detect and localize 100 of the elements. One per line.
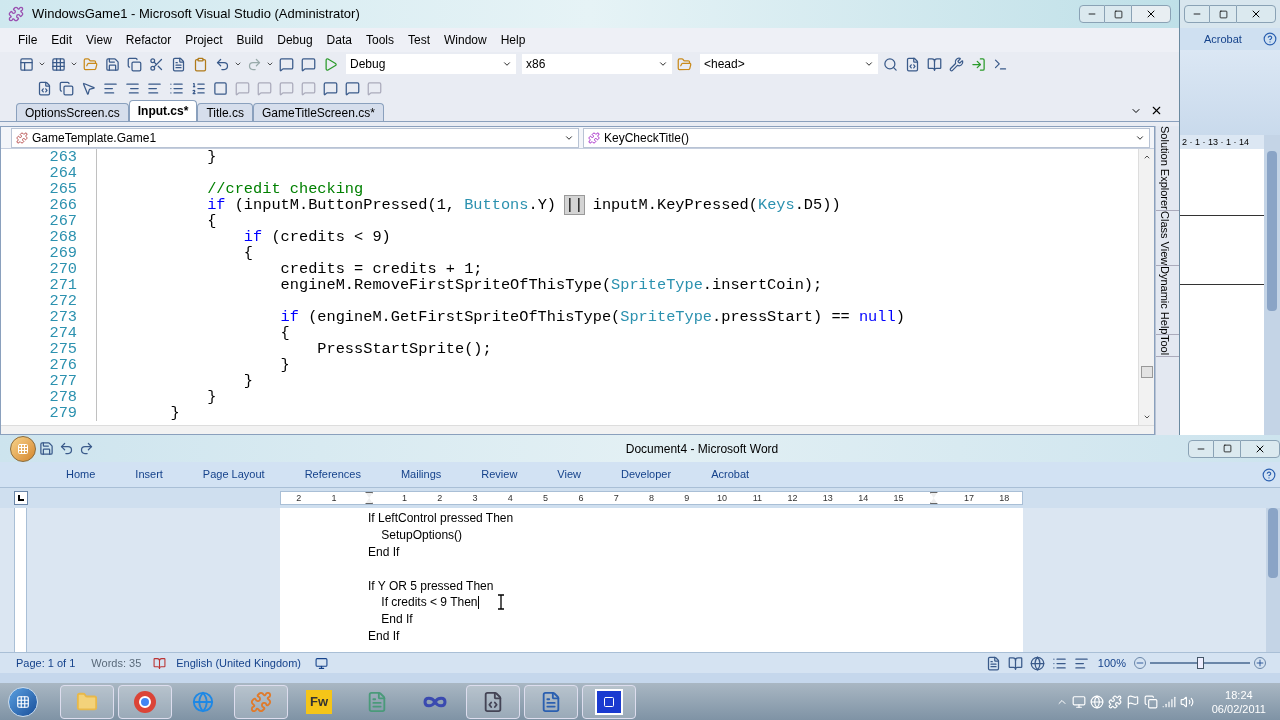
side-panel-tab[interactable]: Dynamic Help — [1156, 266, 1179, 336]
minimize-button[interactable] — [1188, 439, 1214, 458]
menu-item[interactable]: Test — [402, 31, 436, 49]
menu-item[interactable]: Refactor — [119, 31, 178, 49]
document-tab[interactable]: OptionsScreen.cs — [16, 103, 129, 121]
document-icon[interactable] — [524, 684, 578, 719]
line-number: 277 — [48, 373, 77, 389]
menu-item[interactable]: Window — [438, 31, 493, 49]
line-number: 265 — [48, 181, 77, 197]
code-line: engineM.RemoveFirstSpriteOfThisType(SpriteType.insertCoin); — [279, 277, 823, 293]
document-line: If LeftControl pressed Then — [368, 510, 514, 528]
line-number: 270 — [48, 261, 77, 277]
page-count[interactable]: Page: 1 of 1 — [16, 654, 76, 672]
slider-thumb[interactable] — [1196, 657, 1204, 669]
side-panel-tab[interactable]: Tool — [1156, 335, 1179, 357]
i-beam-cursor-icon — [496, 594, 505, 611]
line-number: 279 — [48, 405, 77, 421]
code-line: } — [279, 357, 290, 373]
ribbon-tab[interactable]: Review — [461, 466, 538, 483]
member-dropdown[interactable]: KeyCheckTitle() — [583, 127, 1150, 148]
close-icon — [1250, 8, 1262, 20]
menu-item[interactable]: Project — [179, 31, 229, 49]
ribbon-tab[interactable]: Mailings — [380, 466, 462, 483]
maximize-icon — [1113, 9, 1123, 19]
close-icon[interactable] — [1150, 104, 1163, 117]
minimize-button[interactable] — [1079, 5, 1105, 23]
ruler-number: 13 — [822, 492, 833, 504]
menu-item[interactable]: Build — [230, 31, 270, 49]
line-number: 271 — [48, 277, 77, 293]
ruler-number: 6 — [578, 492, 584, 504]
tray-icon — [1107, 694, 1122, 709]
app-icon[interactable] — [582, 684, 636, 719]
find-dropdown[interactable]: <head> — [700, 54, 878, 74]
ribbon-tab[interactable]: References — [284, 466, 381, 483]
language-label[interactable]: English (United Kingdom) — [176, 654, 301, 672]
volume-icon — [1179, 694, 1194, 709]
ruler-number: 2 — [437, 492, 443, 504]
tray-icon — [1071, 694, 1086, 709]
office-button[interactable] — [10, 435, 36, 462]
square-icon — [603, 695, 615, 708]
maximize-button[interactable] — [1214, 439, 1240, 458]
document-line: End If — [368, 544, 400, 561]
ruler-number: 1 — [331, 492, 337, 504]
word-count[interactable]: Words: 35 — [91, 654, 142, 672]
ruler-number: 5 — [543, 492, 549, 504]
platform-dropdown[interactable]: x86 — [522, 54, 672, 74]
side-panel-tab[interactable]: Solution Explorer — [1156, 126, 1179, 211]
tray-icon — [1089, 694, 1104, 709]
ribbon-tab[interactable]: Developer — [601, 466, 692, 483]
document-line: If credits < 9 Then — [380, 594, 478, 612]
maximize-button[interactable] — [1210, 5, 1236, 23]
menu-item[interactable]: Debug — [271, 31, 319, 49]
side-panel-tab[interactable]: Class View — [1156, 210, 1179, 266]
document-line: SetupOptions() — [380, 527, 463, 545]
ribbon-tab[interactable]: Acrobat — [691, 466, 770, 483]
ribbon-tab[interactable]: Insert — [115, 466, 183, 483]
ribbon-tab[interactable]: Page Layout — [182, 466, 285, 483]
scroll-down-icon[interactable] — [1142, 413, 1151, 421]
vertical-scrollbar[interactable] — [1138, 149, 1154, 425]
tab-selector-icon[interactable] — [14, 491, 28, 505]
maximize-button[interactable] — [1105, 5, 1131, 23]
indent-marker[interactable] — [929, 492, 938, 504]
document-tab[interactable]: Input.cs* — [128, 100, 198, 121]
type-dropdown[interactable]: GameTemplate.Game1 — [11, 127, 579, 148]
zoom-in-icon — [1254, 657, 1266, 669]
help-icon — [1263, 32, 1277, 46]
menu-item[interactable]: Tools — [359, 31, 400, 49]
minimize-button[interactable] — [1184, 5, 1210, 23]
document-line: End If — [380, 611, 413, 629]
ribbon-tab[interactable]: Home — [46, 466, 116, 483]
menu-item[interactable]: View — [80, 31, 118, 49]
menu-item[interactable]: Help — [494, 31, 532, 49]
app-icon[interactable] — [466, 684, 520, 719]
ruler-number: 9 — [684, 492, 690, 504]
ribbon-tab[interactable]: View — [537, 466, 601, 483]
indent-marker[interactable] — [365, 492, 374, 504]
document-tab[interactable]: Title.cs — [197, 103, 253, 121]
vertical-scrollbar[interactable] — [1264, 135, 1280, 435]
menu-item[interactable]: Data — [320, 31, 358, 49]
ruler-number: 12 — [787, 492, 798, 504]
app-icon — [8, 6, 24, 22]
menu-item[interactable]: File — [12, 31, 44, 49]
ruler-number: 14 — [858, 492, 869, 504]
browser-icon[interactable] — [118, 684, 172, 719]
zoom-level[interactable]: 100% — [1097, 654, 1126, 672]
ruler-number: 4 — [507, 492, 513, 504]
document-tab[interactable]: GameTitleScreen.cs* — [252, 103, 384, 121]
line-number: 272 — [48, 293, 77, 309]
line-number: 274 — [48, 325, 77, 341]
scroll-thumb[interactable] — [1140, 366, 1153, 378]
code-line: } — [242, 373, 254, 389]
configuration-dropdown[interactable]: Debug — [346, 54, 516, 74]
vertical-scrollbar[interactable] — [1266, 508, 1280, 652]
horizontal-scrollbar[interactable] — [1, 425, 1154, 434]
scroll-up-icon[interactable] — [1142, 153, 1151, 161]
line-number: 275 — [48, 341, 77, 357]
code-line: { — [279, 325, 290, 341]
zoom-slider[interactable] — [1150, 656, 1250, 670]
help-icon — [1262, 467, 1276, 482]
menu-item[interactable]: Edit — [45, 31, 79, 49]
